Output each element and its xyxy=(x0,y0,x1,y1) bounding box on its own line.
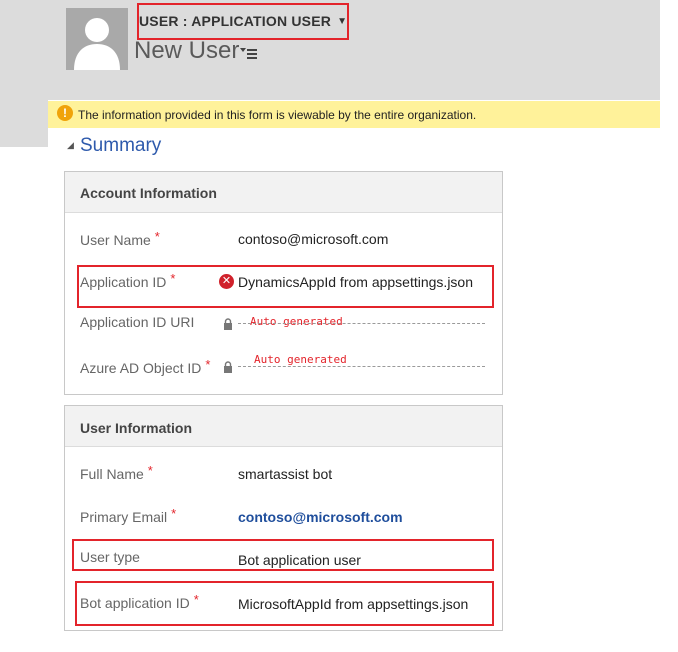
header-left-strip xyxy=(0,100,48,147)
label-text: Full Name xyxy=(80,466,144,482)
field-value-user-name[interactable]: contoso@microsoft.com xyxy=(238,231,388,247)
label-text: Azure AD Object ID xyxy=(80,360,202,376)
required-marker: * xyxy=(205,357,211,372)
error-icon: ✕ xyxy=(219,274,234,289)
warning-icon: ! xyxy=(57,105,73,121)
entity-title: New User xyxy=(134,37,240,64)
field-value-full-name[interactable]: smartassist bot xyxy=(238,466,332,482)
nav-menu-icon[interactable] xyxy=(240,46,258,62)
lock-icon xyxy=(223,317,233,330)
field-value-primary-email[interactable]: contoso@microsoft.com xyxy=(238,509,403,525)
avatar-icon[interactable] xyxy=(66,8,128,70)
field-value-application-id[interactable]: DynamicsAppId from appsettings.json xyxy=(238,274,473,290)
field-value-application-id-uri: Auto generated xyxy=(250,315,343,328)
field-value-bot-application-id[interactable]: MicrosoftAppId from appsettings.json xyxy=(238,596,468,612)
label-text: User Name xyxy=(80,232,151,248)
section-title-summary[interactable]: Summary xyxy=(80,135,161,157)
label-text: Bot application ID xyxy=(80,595,190,611)
field-label-azure-ad-object-id: Azure AD Object ID * xyxy=(80,357,210,376)
label-text: Primary Email xyxy=(80,509,168,525)
field-value-user-type[interactable]: Bot application user xyxy=(238,552,361,568)
highlight-form-type xyxy=(137,3,349,40)
required-marker: * xyxy=(147,463,153,478)
field-label-application-id-uri: Application ID URI xyxy=(80,314,195,330)
collapse-icon[interactable]: ◢ xyxy=(67,140,74,151)
required-marker: * xyxy=(193,592,199,607)
field-label-user-name: User Name * xyxy=(80,229,160,248)
field-label-full-name: Full Name * xyxy=(80,463,153,482)
field-underline xyxy=(238,323,485,324)
field-value-azure-ad-object-id: Auto generated xyxy=(254,353,347,366)
required-marker: * xyxy=(171,506,177,521)
notification-text: The information provided in this form is… xyxy=(78,108,477,122)
field-label-bot-application-id: Bot application ID * xyxy=(80,592,199,611)
panel-title-account: Account Information xyxy=(80,185,217,201)
required-marker: * xyxy=(170,271,176,286)
field-label-application-id: Application ID * xyxy=(80,271,175,290)
required-marker: * xyxy=(154,229,160,244)
panel-title-user: User Information xyxy=(80,420,193,436)
field-underline xyxy=(238,366,485,367)
field-label-primary-email: Primary Email * xyxy=(80,506,176,525)
label-text: Application ID xyxy=(80,274,167,290)
lock-icon xyxy=(223,360,233,373)
field-label-user-type: User type xyxy=(80,549,140,565)
